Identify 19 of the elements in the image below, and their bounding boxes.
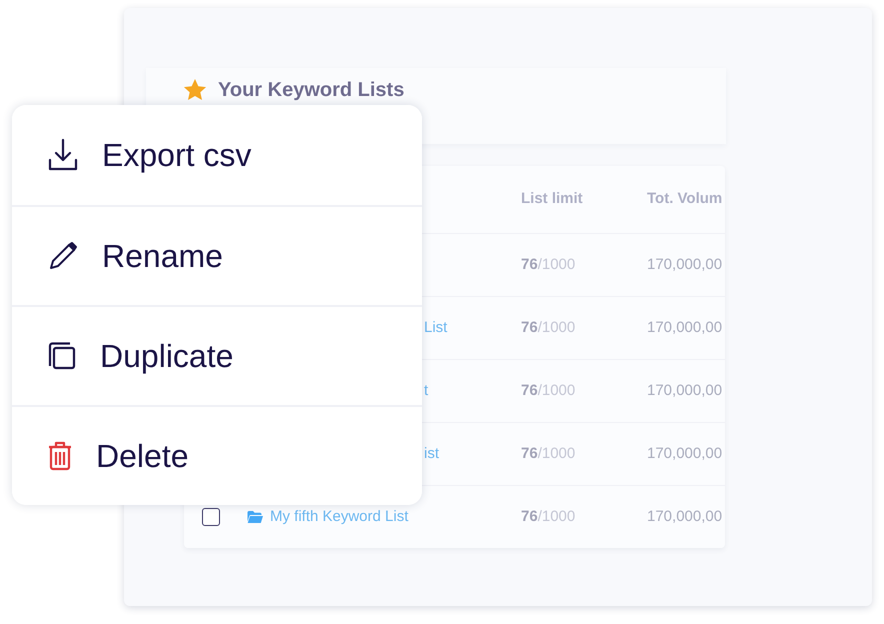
checkbox[interactable] (202, 508, 220, 526)
copy-icon (48, 341, 76, 371)
menu-item[interactable]: Duplicate (12, 305, 422, 405)
column-header: List limit (521, 189, 584, 210)
section-title: Your Keyword Lists (218, 78, 404, 102)
volume-text: 170,000,00 (647, 382, 722, 399)
folder-icon (246, 509, 264, 524)
star-icon (182, 78, 208, 102)
volume-text: 170,000,00 (647, 256, 722, 273)
pencil-icon (48, 241, 78, 271)
menu-item[interactable]: Delete (12, 405, 422, 505)
trash-icon (48, 441, 72, 471)
column-header: Tot. Volum (647, 189, 724, 210)
download-icon (48, 138, 78, 172)
volume-text: 170,000,00 (647, 508, 722, 525)
menu-item[interactable]: Export csv (12, 105, 422, 205)
menu-item[interactable]: Rename (12, 205, 422, 305)
volume-text: 170,000,00 (647, 444, 722, 462)
volume-text: 170,000,00 (647, 318, 722, 336)
